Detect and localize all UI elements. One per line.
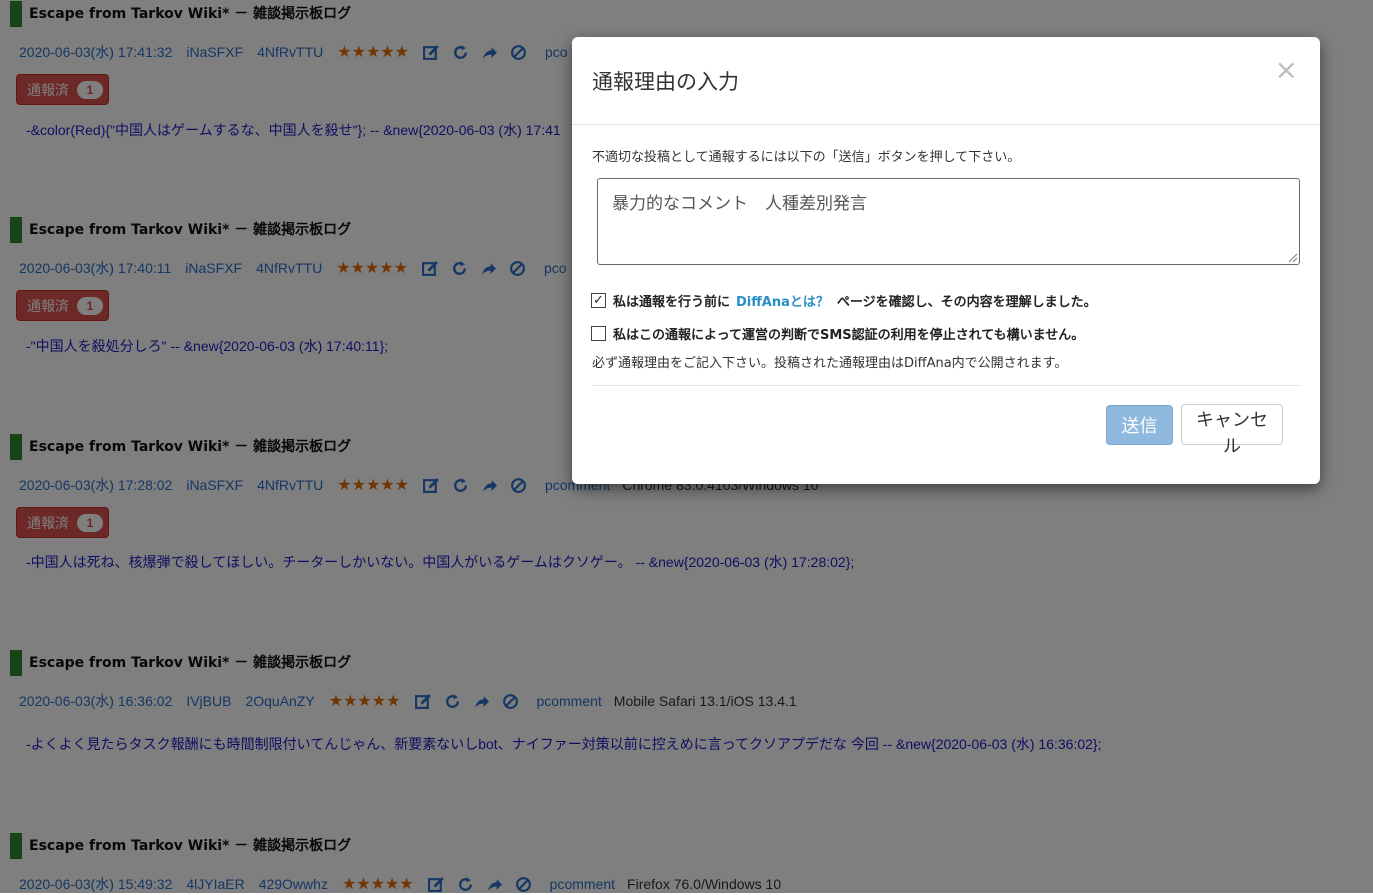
confirm-read-checkbox-row: ✓ 私は通報を行う前に DiffAnaとは？ ページを確認し、その内容を理解しま…: [591, 290, 1097, 310]
confirm-read-checkbox[interactable]: ✓: [591, 292, 606, 308]
sms-consent-label: 私はこの通報によって運営の判断でSMS認証の利用を停止されても構いません。: [613, 327, 1085, 343]
confirm-read-label-before: 私は通報を行う前に: [613, 294, 731, 310]
sms-consent-checkbox-row: 私はこの通報によって運営の判断でSMS認証の利用を停止されても構いません。: [591, 323, 1084, 343]
sms-consent-checkbox[interactable]: [591, 325, 606, 341]
close-icon[interactable]: ×: [1275, 53, 1298, 86]
modal-note: 必ず通報理由をご記入下さい。投稿された通報理由はDiffAna内で公開されます。: [592, 356, 1068, 371]
modal-instruction: 不適切な投稿として通報するには以下の「送信」ボタンを押して下さい。: [592, 150, 1021, 165]
diffana-about-link[interactable]: DiffAnaとは？: [736, 291, 829, 310]
report-reason-modal: 通報理由の入力 × 不適切な投稿として通報するには以下の「送信」ボタンを押して下…: [572, 37, 1320, 484]
cancel-button[interactable]: キャンセル: [1181, 404, 1283, 457]
report-reason-input[interactable]: [597, 178, 1300, 265]
modal-title: 通報理由の入力: [592, 70, 739, 94]
send-button[interactable]: 送信: [1106, 405, 1173, 445]
modal-header: 通報理由の入力 ×: [572, 37, 1320, 125]
resize-grip-icon[interactable]: [1286, 251, 1298, 263]
modal-divider: [592, 385, 1301, 386]
confirm-read-label-after: ページを確認し、その内容を理解しました。: [836, 294, 1097, 310]
